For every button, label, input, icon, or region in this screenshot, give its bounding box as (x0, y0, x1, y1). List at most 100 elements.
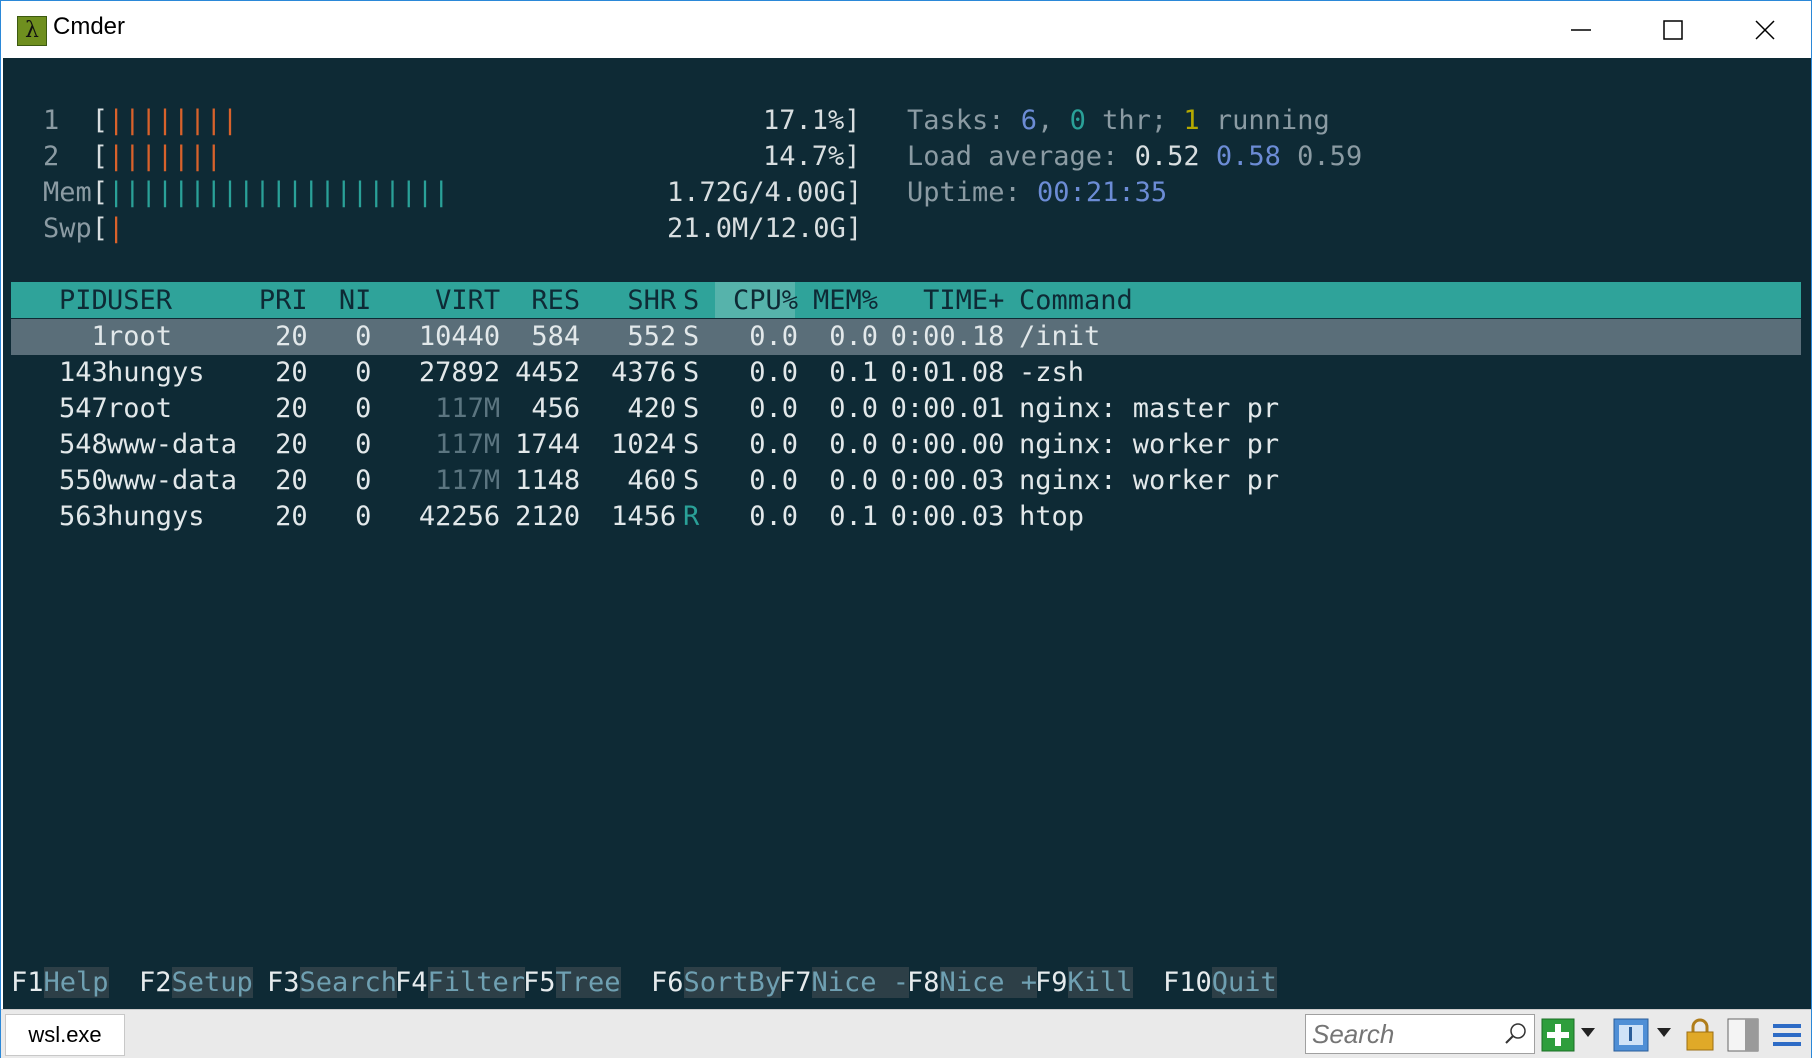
swp-value: 21.0M/12.0G (667, 213, 846, 244)
cpu2-label: 2 (43, 141, 60, 172)
maximize-icon (1663, 20, 1683, 40)
table-cell-pid: 548 (59, 429, 108, 460)
fkey-search[interactable]: F3Search (267, 965, 398, 1001)
tasks-line: Tasks: 6, 0 thr; 1 running (907, 105, 1330, 136)
console-tab-wsl[interactable]: wsl.exe (5, 1014, 125, 1056)
table-cell-s: R (683, 501, 700, 532)
table-cell-cpu: 0.0 (749, 501, 798, 532)
tab-icon[interactable] (1613, 1018, 1649, 1052)
search-input[interactable] (1310, 1017, 1494, 1051)
table-cell-pri: 20 (275, 465, 308, 496)
column-header-pri[interactable]: PRI (259, 284, 308, 318)
column-header-s[interactable]: S (683, 284, 699, 318)
minimize-button[interactable] (1535, 1, 1627, 58)
table-cell-user: hungys (107, 501, 205, 532)
table-cell-virt: 117M (435, 429, 501, 460)
close-button[interactable] (1719, 1, 1811, 58)
swp-value-line: 21.0M/12.0G] (667, 213, 863, 244)
maximize-button[interactable] (1627, 1, 1719, 58)
dropdown-icon[interactable] (1581, 1028, 1595, 1038)
minimize-icon (1571, 29, 1591, 31)
table-cell-shr: 420 (627, 393, 677, 424)
tasks-count: 6 (1020, 105, 1038, 136)
table-cell-s: S (683, 393, 700, 424)
column-header-cpu[interactable]: CPU% (733, 284, 798, 318)
column-header-res[interactable]: RES (531, 284, 580, 318)
table-cell-cmd: nginx: worker pr (1019, 429, 1280, 460)
cpu2-bars: ||||||| (108, 141, 222, 172)
table-cell-ni: 0 (355, 465, 372, 496)
table-cell-mem: 0.0 (829, 393, 878, 424)
table-cell-res: 456 (531, 393, 581, 424)
fkey-quit[interactable]: F10Quit (1163, 965, 1277, 1001)
fkey-sortby[interactable]: F6SortBy (651, 965, 782, 1001)
lock-icon[interactable] (1685, 1018, 1715, 1052)
table-cell-virt: 10440 (418, 321, 501, 352)
cpu2-value-line: 14.7%] (763, 141, 861, 172)
table-cell-cmd: nginx: worker pr (1019, 465, 1280, 496)
cmder-window: λ Cmder 1 [|||||||| 17.1%] 2 [||||||| 14… (0, 0, 1812, 1058)
split-icon[interactable] (1727, 1018, 1759, 1052)
table-cell-res: 2120 (515, 501, 581, 532)
table-cell-cpu: 0.0 (749, 357, 798, 388)
thr-count: 0 (1069, 105, 1086, 136)
column-header-mem[interactable]: MEM% (813, 284, 878, 318)
mem-meter: Mem[||||||||||||||||||||| (43, 177, 450, 208)
table-cell-user: root (107, 321, 173, 352)
window-title: Cmder (53, 13, 126, 40)
table-cell-pri: 20 (275, 321, 308, 352)
column-header-virt[interactable]: VIRT (435, 284, 500, 318)
fkey-nice-plus[interactable]: F8Nice + (907, 965, 1038, 1001)
cpu1-bars: |||||||| (108, 105, 239, 136)
column-header-shr[interactable]: SHR (627, 284, 676, 318)
fkey-nice-minus[interactable]: F7Nice - (779, 965, 910, 1001)
table-cell-pid: 1 (91, 321, 108, 352)
table-cell-cmd: nginx: master pr (1019, 393, 1280, 424)
table-cell-cpu: 0.0 (749, 321, 798, 352)
table-cell-pri: 20 (275, 501, 308, 532)
table-cell-user: www-data (107, 465, 238, 496)
table-cell-s: S (683, 321, 700, 352)
uptime-line: Uptime: 00:21:35 (907, 177, 1168, 208)
cpu2-value: 14.7% (763, 141, 845, 172)
table-cell-s: S (683, 357, 700, 388)
table-cell-mem: 0.0 (829, 429, 878, 460)
table-cell-pri: 20 (275, 429, 308, 460)
column-header-time[interactable]: TIME+ (923, 284, 1004, 318)
column-header-pid[interactable]: PID (59, 284, 108, 318)
table-cell-pid: 547 (59, 393, 108, 424)
column-header-ni[interactable]: NI (339, 284, 372, 318)
uptime-value: 00:21:35 (1037, 177, 1168, 208)
title-bar[interactable]: λ Cmder (1, 1, 1811, 58)
cpu1-value-line: 17.1%] (763, 105, 861, 136)
fkey-setup[interactable]: F2Setup (139, 965, 253, 1001)
table-cell-mem: 0.0 (829, 465, 878, 496)
table-cell-virt: 27892 (418, 357, 501, 388)
load1: 0.52 (1134, 141, 1200, 172)
table-cell-ni: 0 (355, 393, 372, 424)
search-box[interactable] (1305, 1014, 1535, 1054)
fkey-filter[interactable]: F4Filter (395, 965, 526, 1001)
mem-label: Mem (43, 177, 92, 208)
table-cell-time: 0:01.08 (890, 357, 1005, 388)
table-cell-cmd: htop (1019, 501, 1085, 532)
cpu1-value: 17.1% (763, 105, 845, 136)
dropdown-icon[interactable] (1657, 1028, 1671, 1038)
column-header-cmd[interactable]: Command (1019, 284, 1133, 318)
table-cell-user: www-data (107, 429, 238, 460)
table-cell-ni: 0 (355, 357, 372, 388)
menu-icon[interactable] (1771, 1018, 1803, 1052)
terminal-area[interactable]: 1 [|||||||| 17.1%] 2 [||||||| 14.7%] Mem… (3, 58, 1811, 1009)
mem-value: 1.72G/4.00G (667, 177, 846, 208)
new-console-icon[interactable] (1541, 1018, 1575, 1052)
fkey-kill[interactable]: F9Kill (1035, 965, 1133, 1001)
table-cell-shr: 552 (627, 321, 677, 352)
table-cell-virt: 42256 (418, 501, 501, 532)
fkey-tree[interactable]: F5Tree (523, 965, 621, 1001)
fkey-help[interactable]: F1Help (11, 965, 109, 1001)
mem-bars: ||||||||||||||||||||| (108, 177, 450, 208)
table-cell-time: 0:00.03 (890, 465, 1005, 496)
table-cell-cpu: 0.0 (749, 429, 798, 460)
search-icon[interactable] (1504, 1022, 1528, 1046)
column-header-user[interactable]: USER (107, 284, 172, 318)
